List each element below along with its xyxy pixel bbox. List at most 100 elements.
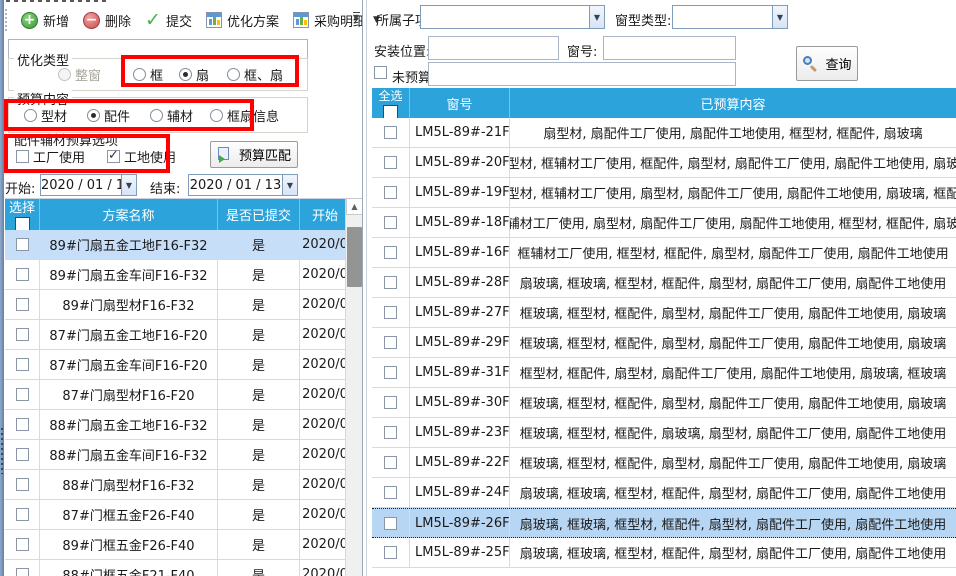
row-checkbox[interactable] xyxy=(16,478,29,491)
row-checkbox[interactable] xyxy=(16,568,29,576)
table-row[interactable]: 89#门扇型材F16-F32是2020/0 xyxy=(5,290,345,320)
table-row[interactable]: 87#门框五金F26-F40是2020/0 xyxy=(5,500,345,530)
row-checkbox[interactable] xyxy=(16,238,29,251)
radio-parts[interactable]: 配件 xyxy=(87,106,130,125)
chevron-down-icon[interactable]: ▼ xyxy=(121,175,136,195)
date-start-picker[interactable]: 2020 / 01 / 1 ▼ xyxy=(40,174,137,196)
table-row[interactable]: 89#门框五金F26-F40是2020/0 xyxy=(5,530,345,560)
app-window: + 新增 − 删除 ✓ 提交 优化方案 采购明细 ▼ ▼ 优化类型 整窗 xyxy=(0,0,956,576)
row-checkbox[interactable] xyxy=(384,546,397,559)
query-button[interactable]: 查询 xyxy=(796,46,858,81)
radio-icon xyxy=(133,68,146,81)
window-type-dropdown[interactable]: ▼ xyxy=(672,5,788,29)
table-row[interactable]: LM5L-89#-21F19扇型材, 扇配件工厂使用, 扇配件工地使用, 框型材… xyxy=(372,118,956,148)
table-row[interactable]: LM5L-89#-28F26扇玻璃, 框玻璃, 框型材, 框配件, 扇型材, 扇… xyxy=(372,268,956,298)
row-checkbox[interactable] xyxy=(16,328,29,341)
start-date-cell: 2020/0 xyxy=(300,440,345,469)
row-checkbox[interactable] xyxy=(384,366,397,379)
row-checkbox[interactable] xyxy=(384,246,397,259)
optimize-plan-button[interactable]: 优化方案 xyxy=(204,9,281,32)
row-checkbox[interactable] xyxy=(384,486,397,499)
date-start-label: 开始: xyxy=(5,178,35,197)
toolbar-overflow-button[interactable]: ▼ xyxy=(349,6,363,28)
splitter-grip[interactable] xyxy=(1,428,3,474)
delete-button[interactable]: − 删除 xyxy=(81,9,133,32)
table-row[interactable]: LM5L-89#-20F18框型材, 框辅材工厂使用, 框配件, 扇型材, 扇配… xyxy=(372,148,956,178)
row-select-cell xyxy=(372,538,410,567)
table-row[interactable]: LM5L-89#-22F20框玻璃, 框型材, 框配件, 扇型材, 扇配件工厂使… xyxy=(372,448,956,478)
row-checkbox[interactable] xyxy=(16,388,29,401)
table-row[interactable]: LM5L-89#-31F29框型材, 框配件, 扇型材, 扇配件工厂使用, 扇配… xyxy=(372,358,956,388)
chevron-down-icon[interactable]: ▼ xyxy=(589,6,604,28)
table-row[interactable]: 88#门扇五金车间F16-F32是2020/0 xyxy=(5,440,345,470)
row-checkbox[interactable] xyxy=(384,306,397,319)
row-checkbox[interactable] xyxy=(384,517,397,530)
row-checkbox[interactable] xyxy=(384,126,397,139)
submit-button[interactable]: ✓ 提交 xyxy=(143,9,194,32)
row-checkbox[interactable] xyxy=(16,298,29,311)
table-row[interactable]: 87#门扇五金工地F16-F20是2020/0 xyxy=(5,320,345,350)
scrollbar-thumb[interactable] xyxy=(347,227,362,287)
table-row[interactable]: 87#门扇型材F16-F20是2020/0 xyxy=(5,380,345,410)
row-checkbox[interactable] xyxy=(16,418,29,431)
budgeted-content-cell: 框型材, 框辅材工厂使用, 扇型材, 扇配件工厂使用, 扇配件工地使用, 扇玻璃… xyxy=(510,178,956,207)
radio-frame[interactable]: 框 xyxy=(133,65,163,84)
sub-item-dropdown[interactable]: ▼ xyxy=(420,5,605,29)
chevron-down-icon[interactable]: ▼ xyxy=(282,175,297,195)
table-row[interactable]: LM5L-89#-18F16框辅材工厂使用, 扇型材, 扇配件工厂使用, 扇配件… xyxy=(372,208,956,238)
table-row[interactable]: LM5L-89#-30F28框玻璃, 框型材, 框配件, 扇型材, 扇配件工厂使… xyxy=(372,388,956,418)
row-checkbox[interactable] xyxy=(384,276,397,289)
submitted-cell: 是 xyxy=(218,230,300,259)
select-all-checkbox[interactable] xyxy=(15,217,30,230)
table-row[interactable]: 88#门扇型材F16-F32是2020/0 xyxy=(5,470,345,500)
row-checkbox[interactable] xyxy=(384,396,397,409)
radio-frame-sash[interactable]: 框、扇 xyxy=(227,65,283,84)
row-checkbox[interactable] xyxy=(384,426,397,439)
radio-profile[interactable]: 型材 xyxy=(24,106,67,125)
plan-table-header: 选择 方案名称 是否已提交 开始 xyxy=(5,199,345,230)
table-row[interactable]: 89#门扇五金工地F16-F32是2020/0 xyxy=(5,230,345,260)
row-checkbox[interactable] xyxy=(16,448,29,461)
row-checkbox[interactable] xyxy=(16,358,29,371)
table-row[interactable]: LM5L-89#-29F27框玻璃, 框型材, 框配件, 扇型材, 扇配件工厂使… xyxy=(372,328,956,358)
add-button[interactable]: + 新增 xyxy=(19,9,71,32)
checkbox-site-use[interactable]: 工地使用 xyxy=(107,147,176,166)
chevron-down-icon[interactable]: ▼ xyxy=(772,6,787,28)
plan-name-cell: 89#门框五金F26-F40 xyxy=(40,530,218,559)
table-row[interactable]: LM5L-89#-23F21框玻璃, 框型材, 框配件, 扇玻璃, 扇型材, 扇… xyxy=(372,418,956,448)
radio-fs-info[interactable]: 框扇信息 xyxy=(210,106,279,125)
row-checkbox[interactable] xyxy=(384,336,397,349)
table-row[interactable]: LM5L-89#-27F25框玻璃, 框型材, 框配件, 扇型材, 扇配件工厂使… xyxy=(372,298,956,328)
table-row[interactable]: 88#门扇五金工地F16-F32是2020/0 xyxy=(5,410,345,440)
budget-match-button[interactable]: 预算匹配 xyxy=(210,141,298,168)
table-row[interactable]: 88#门框五金F21-F40是2020/0 xyxy=(5,560,345,576)
checkbox-factory-use[interactable]: 工厂使用 xyxy=(16,147,85,166)
table-row[interactable]: LM5L-89#-19F17框型材, 框辅材工厂使用, 扇型材, 扇配件工厂使用… xyxy=(372,178,956,208)
date-end-picker[interactable]: 2020 / 01 / 13 ▼ xyxy=(188,174,298,196)
column-select-all: 全选 xyxy=(372,88,410,118)
table-row[interactable]: 87#门扇五金车间F16-F20是2020/0 xyxy=(5,350,345,380)
start-date-cell: 2020/0 xyxy=(300,470,345,499)
row-checkbox[interactable] xyxy=(384,216,397,229)
panel-splitter[interactable] xyxy=(362,0,372,576)
no-budget-input[interactable] xyxy=(428,62,736,86)
row-checkbox[interactable] xyxy=(16,268,29,281)
no-budget-checkbox[interactable] xyxy=(374,66,387,79)
table-row[interactable]: LM5L-89#-24F22扇玻璃, 框玻璃, 框型材, 框配件, 扇型材, 扇… xyxy=(372,478,956,508)
row-checkbox[interactable] xyxy=(16,508,29,521)
select-all-checkbox[interactable] xyxy=(383,105,398,119)
row-checkbox[interactable] xyxy=(384,186,397,199)
row-checkbox[interactable] xyxy=(16,538,29,551)
plan-table-scrollbar[interactable]: ▲ xyxy=(345,198,362,576)
radio-sash[interactable]: 扇 xyxy=(179,65,209,84)
row-checkbox[interactable] xyxy=(384,456,397,469)
row-checkbox[interactable] xyxy=(384,156,397,169)
table-row[interactable]: 89#门扇五金车间F16-F32是2020/0 xyxy=(5,260,345,290)
table-row[interactable]: LM5L-89#-16F15框辅材工厂使用, 框型材, 框配件, 扇型材, 扇配… xyxy=(372,238,956,268)
install-position-input[interactable] xyxy=(428,36,559,60)
table-row[interactable]: LM5L-89#-26F24扇玻璃, 框玻璃, 框型材, 框配件, 扇型材, 扇… xyxy=(372,508,956,538)
window-no-input[interactable] xyxy=(603,36,736,60)
radio-aux[interactable]: 辅材 xyxy=(150,106,193,125)
scrollbar-up-button[interactable]: ▲ xyxy=(346,198,363,215)
table-row[interactable]: LM5L-89#-25F23扇玻璃, 框玻璃, 框型材, 框配件, 扇型材, 扇… xyxy=(372,538,956,568)
